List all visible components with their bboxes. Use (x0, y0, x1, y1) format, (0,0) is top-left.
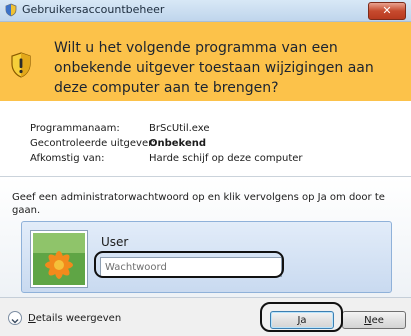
show-details-link[interactable]: Details weergeven (28, 313, 121, 324)
credential-instruction: Geef een administratorwachtwoord op en k… (12, 192, 385, 216)
detail-value: BrScUtil.exe (149, 123, 210, 134)
details-link-text: etails weergeven (35, 313, 122, 324)
password-field[interactable] (100, 257, 282, 277)
no-button-text: ee (371, 315, 384, 326)
detail-row-origin: Afkomstig van: Harde schijf op deze compu… (30, 151, 303, 166)
detail-label: Afkomstig van: (30, 153, 105, 164)
elevation-question: Wilt u het volgende programma van een on… (54, 40, 374, 96)
username-label: User (101, 235, 129, 249)
detail-row-program: Programmanaam: BrScUtil.exe (30, 121, 303, 136)
yes-button[interactable]: Ja (270, 311, 334, 329)
detail-label: Programmanaam: (30, 123, 120, 134)
user-avatar-flower (33, 233, 85, 285)
warning-banner: Wilt u het volgende programma van een on… (0, 22, 411, 101)
no-button[interactable]: Nee (342, 311, 406, 329)
detail-value: Harde schijf op deze computer (149, 153, 303, 164)
close-button[interactable]: ✕ (368, 2, 406, 20)
window-title: Gebruikersaccountbeheer (22, 3, 165, 16)
chevron-down-icon[interactable] (8, 311, 22, 325)
user-avatar (31, 231, 87, 287)
detail-value: Onbekend (149, 138, 207, 149)
program-details: Programmanaam: BrScUtil.exe Gecontroleerd… (30, 121, 303, 166)
detail-row-publisher: Gecontroleerde uitgever:Onbekend (30, 136, 303, 151)
uac-dialog: Gebruikersaccountbeheer ✕ Wilt u het vol… (0, 0, 411, 336)
yes-button-text: a (300, 315, 307, 326)
title-bar[interactable]: Gebruikersaccountbeheer ✕ (0, 0, 411, 22)
access-key: D (28, 313, 36, 324)
access-key: N (364, 315, 372, 326)
detail-label: Gecontroleerde uitgever: (30, 138, 156, 149)
warning-shield-icon (11, 52, 31, 78)
uac-shield-icon (5, 3, 17, 17)
